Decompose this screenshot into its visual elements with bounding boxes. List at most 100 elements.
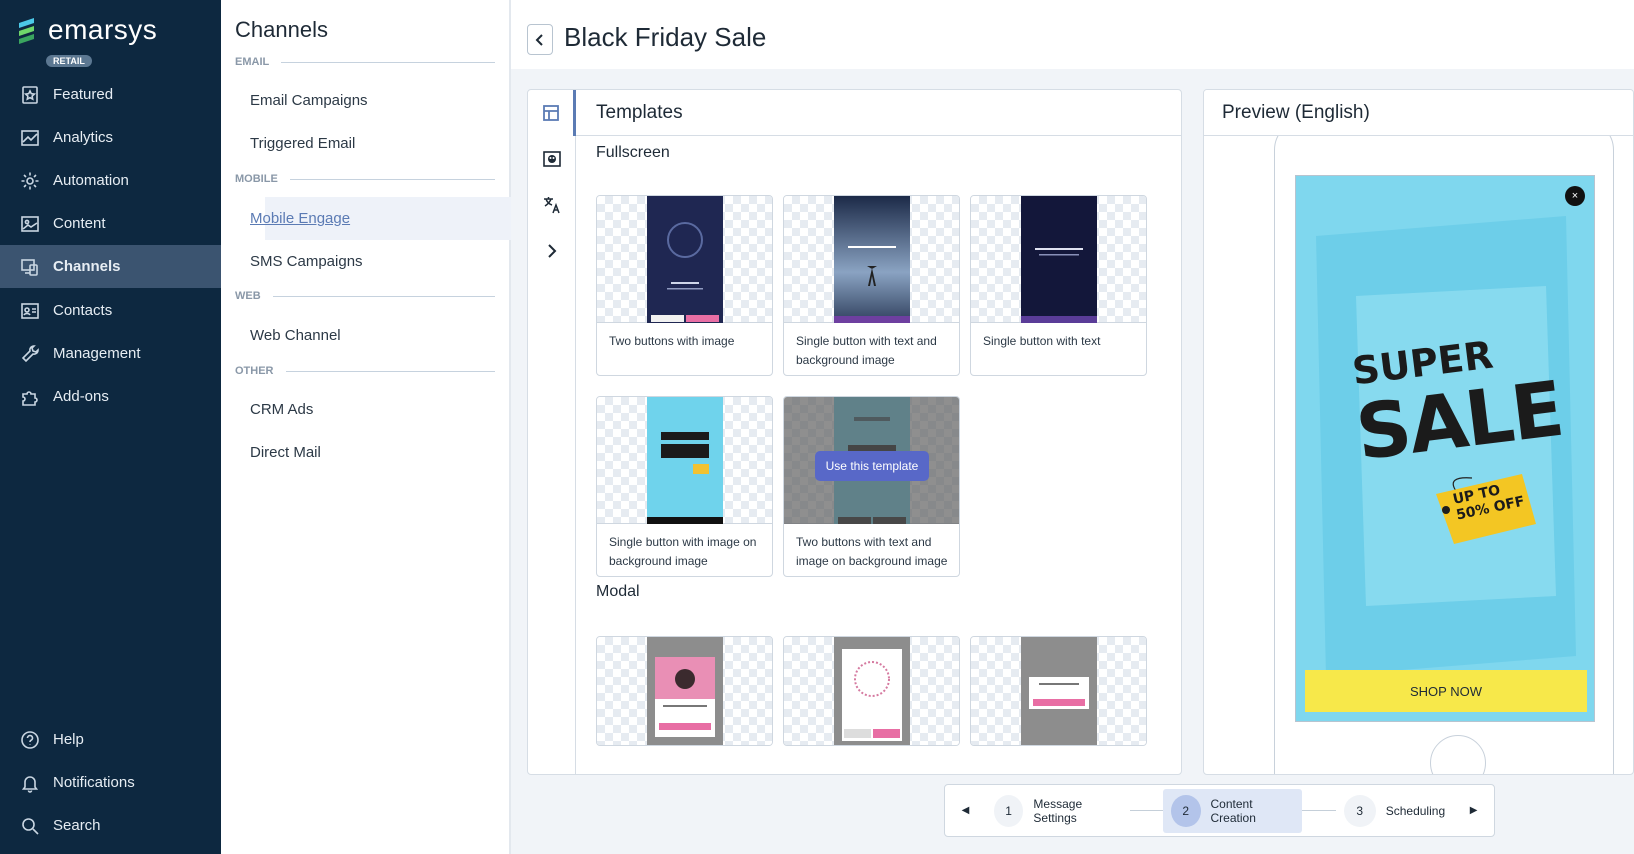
menu-item-crm-ads[interactable]: CRM Ads xyxy=(250,388,512,431)
nav-add-ons[interactable]: Add-ons xyxy=(0,375,221,418)
template-card[interactable]: Single button with text and background i… xyxy=(783,195,960,376)
nav-label: Contacts xyxy=(53,302,113,319)
star-icon xyxy=(19,84,41,106)
nav-label: Featured xyxy=(53,86,114,103)
menu-item-label: CRM Ads xyxy=(250,401,314,418)
menu-item-label: Direct Mail xyxy=(250,444,321,461)
chevron-right-icon xyxy=(548,244,557,258)
nav-label: Automation xyxy=(53,172,129,189)
expand-tool[interactable] xyxy=(528,228,576,274)
template-thumbnail xyxy=(597,637,772,745)
template-preview-image xyxy=(834,196,910,323)
divider xyxy=(272,295,495,297)
step-scheduling[interactable]: 3 Scheduling xyxy=(1336,789,1453,833)
template-preview-image xyxy=(647,196,723,323)
channels-menu: Channels EMAIL Email Campaigns Triggered… xyxy=(221,0,515,854)
template-card[interactable] xyxy=(970,636,1147,746)
editor-toolbar xyxy=(528,90,576,774)
caret-right-icon: ▶ xyxy=(1469,805,1478,816)
chevron-left-icon xyxy=(535,33,543,46)
section-label: MOBILE xyxy=(235,173,278,185)
nav-label: Add-ons xyxy=(53,388,109,405)
nav-label: Help xyxy=(53,731,84,748)
use-template-button[interactable]: Use this template xyxy=(815,451,929,481)
back-button[interactable] xyxy=(527,24,553,55)
prev-step-button[interactable]: ◀ xyxy=(945,785,986,836)
divider xyxy=(289,178,495,180)
nav-management[interactable]: Management xyxy=(0,332,221,375)
step-message-settings[interactable]: 1 Message Settings xyxy=(986,789,1130,833)
nav-content[interactable]: Content xyxy=(0,202,221,245)
palette-icon xyxy=(543,151,561,167)
nav-label: Search xyxy=(53,817,101,834)
translate-icon xyxy=(544,197,560,214)
nav-notifications[interactable]: Notifications xyxy=(0,761,221,804)
translate-tool[interactable] xyxy=(528,182,576,228)
close-icon[interactable]: × xyxy=(1565,186,1585,206)
help-icon xyxy=(19,729,41,751)
menu-item-label: Mobile Engage xyxy=(250,210,351,227)
wizard-stepper: ◀ 1 Message Settings 2 Content Creation … xyxy=(944,784,1495,837)
step-content-creation[interactable]: 2 Content Creation xyxy=(1162,788,1303,833)
group-fullscreen: Fullscreen xyxy=(596,144,670,161)
nav-label: Content xyxy=(53,215,106,232)
next-step-button[interactable]: ▶ xyxy=(1453,785,1494,836)
template-caption: Single button with image on background i… xyxy=(609,535,757,568)
shop-now-button[interactable]: SHOP NOW xyxy=(1305,670,1587,712)
menu-item-email-campaigns[interactable]: Email Campaigns xyxy=(250,79,512,122)
main-content: Black Friday Sale Templates Fullscreen T… xyxy=(511,0,1634,854)
nav-label: Notifications xyxy=(53,774,135,791)
wrench-icon xyxy=(19,343,41,365)
menu-item-mobile-engage[interactable]: Mobile Engage xyxy=(250,197,515,240)
nav-label: Channels xyxy=(53,258,121,275)
section-other: OTHER xyxy=(235,364,495,378)
template-thumbnail xyxy=(784,196,959,323)
step-connector xyxy=(1129,810,1163,811)
section-label: EMAIL xyxy=(235,56,270,68)
nav-channels[interactable]: Channels xyxy=(0,245,221,288)
nav-analytics[interactable]: Analytics xyxy=(0,116,221,159)
template-card[interactable]: Single button with text xyxy=(970,195,1147,376)
step-label: Message Settings xyxy=(1033,796,1083,825)
menu-item-sms-campaigns[interactable]: SMS Campaigns xyxy=(250,240,512,283)
template-caption: Single button with text and background i… xyxy=(796,334,937,367)
template-caption: Two buttons with text and image on backg… xyxy=(796,535,948,568)
section-email: EMAIL xyxy=(235,55,495,69)
design-tool[interactable] xyxy=(528,136,576,182)
nav-search[interactable]: Search xyxy=(0,804,221,847)
retail-badge: RETAIL xyxy=(46,55,92,67)
channels-menu-title: Channels xyxy=(235,17,328,42)
preview-title: Preview (English) xyxy=(1204,90,1633,136)
templates-tool[interactable] xyxy=(528,90,576,136)
nav-automation[interactable]: Automation xyxy=(0,159,221,202)
template-card[interactable]: Use this template Two buttons with text … xyxy=(783,396,960,577)
logo-mark-icon xyxy=(19,18,34,44)
templates-panel: Templates Fullscreen Two buttons with im… xyxy=(527,89,1182,775)
template-card[interactable]: Single button with image on background i… xyxy=(596,396,773,577)
step-number: 2 xyxy=(1170,794,1201,827)
step-label: Scheduling xyxy=(1385,803,1446,818)
menu-item-label: Email Campaigns xyxy=(250,92,368,109)
page-header: Black Friday Sale xyxy=(511,0,1634,69)
template-card[interactable] xyxy=(596,636,773,746)
main-nav: emarsys RETAIL Featured Analytics Automa… xyxy=(0,0,221,854)
template-thumbnail xyxy=(971,196,1146,323)
template-thumbnail xyxy=(597,196,772,323)
preview-panel: Preview (English) SUPER SALE UP TO 50% O… xyxy=(1203,89,1634,775)
menu-item-label: SMS Campaigns xyxy=(250,253,363,270)
caret-left-icon: ◀ xyxy=(961,805,970,816)
template-thumbnail xyxy=(784,637,959,745)
menu-item-web-channel[interactable]: Web Channel xyxy=(250,314,512,357)
menu-item-label: Triggered Email xyxy=(250,135,356,152)
gear-icon xyxy=(19,170,41,192)
templates-title: Templates xyxy=(576,90,1181,136)
menu-item-triggered-email[interactable]: Triggered Email xyxy=(250,122,512,165)
menu-item-direct-mail[interactable]: Direct Mail xyxy=(250,431,512,474)
step-number: 1 xyxy=(993,794,1024,827)
template-caption: Two buttons with image xyxy=(609,334,735,348)
nav-help[interactable]: Help xyxy=(0,718,221,761)
nav-contacts[interactable]: Contacts xyxy=(0,289,221,332)
nav-featured[interactable]: Featured xyxy=(0,73,221,116)
template-card[interactable]: Two buttons with image xyxy=(596,195,773,376)
template-card[interactable] xyxy=(783,636,960,746)
